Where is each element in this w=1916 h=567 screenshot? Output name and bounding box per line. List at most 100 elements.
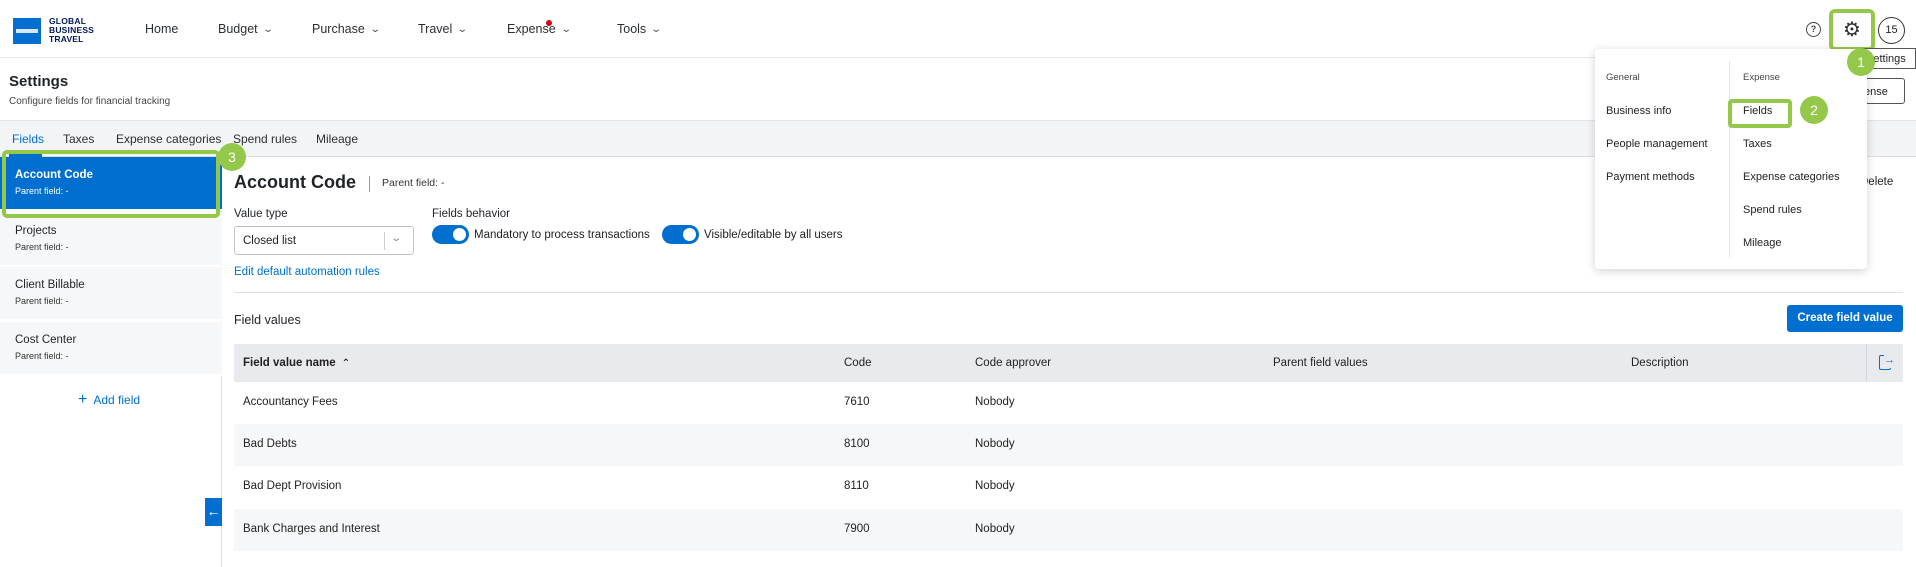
nav-budget-label: Budget bbox=[218, 22, 258, 36]
avatar[interactable]: 15 bbox=[1878, 17, 1905, 44]
sidebar-item-parent: Parent field: - bbox=[15, 296, 69, 306]
field-parent: Parent field: - bbox=[382, 177, 445, 189]
menu-section-expense: Expense bbox=[1743, 72, 1780, 83]
chevron-down-icon: ⌄ bbox=[456, 23, 469, 35]
nav-budget[interactable]: Budget ⌄ bbox=[218, 22, 274, 36]
cell-code: 7900 bbox=[844, 523, 870, 535]
add-field-button[interactable]: + Add field bbox=[78, 391, 141, 408]
export-icon bbox=[1879, 353, 1895, 370]
visible-toggle[interactable] bbox=[662, 225, 699, 244]
column-header-code-approver: Code approver bbox=[975, 357, 1052, 369]
divider bbox=[234, 292, 1903, 293]
gear-icon: ⚙ bbox=[1843, 19, 1861, 41]
cell-name: Bank Charges and Interest bbox=[243, 523, 380, 535]
settings-menu: General Business info People management … bbox=[1595, 49, 1867, 269]
nav-purchase-label: Purchase bbox=[312, 22, 365, 36]
sidebar-item-name: Cost Center bbox=[15, 334, 77, 346]
tab-expense-categories[interactable]: Expense categories bbox=[116, 132, 221, 146]
cell-name: Accountancy Fees bbox=[243, 396, 338, 408]
brand-name: GLOBAL BUSINESS TRAVEL bbox=[49, 17, 94, 44]
nav-tools[interactable]: Tools ⌄ bbox=[617, 22, 662, 36]
cell-name: Bad Debts bbox=[243, 438, 297, 450]
nav-travel-label: Travel bbox=[418, 22, 453, 36]
cell-name: Bad Dept Provision bbox=[243, 480, 342, 492]
step-badge-2: 2 bbox=[1800, 96, 1828, 124]
tab-mileage[interactable]: Mileage bbox=[316, 132, 358, 146]
field-title: Account Code bbox=[234, 172, 357, 192]
table-header: Field value name ⌃ Code Code approver Par… bbox=[234, 344, 1903, 382]
cell-code: 8110 bbox=[844, 480, 869, 492]
annotation-highlight-3 bbox=[2, 150, 220, 218]
page-title: Settings bbox=[9, 73, 69, 90]
nav-tools-label: Tools bbox=[617, 22, 647, 36]
annotation-highlight-2 bbox=[1728, 99, 1792, 128]
chevron-down-icon: ⌄ bbox=[261, 23, 274, 35]
create-field-value-button[interactable]: Create field value bbox=[1787, 305, 1903, 332]
nav-purchase[interactable]: Purchase ⌄ bbox=[312, 22, 381, 36]
mandatory-toggle[interactable] bbox=[432, 225, 469, 244]
divider bbox=[369, 176, 370, 192]
brand-logo[interactable]: GLOBAL BUSINESS TRAVEL bbox=[13, 17, 94, 44]
brand-line-3: TRAVEL bbox=[49, 34, 84, 44]
add-field-label: Add field bbox=[93, 393, 141, 407]
column-header-label: Field value name bbox=[243, 357, 336, 369]
chevron-down-icon: ⌄ bbox=[369, 23, 381, 35]
cell-code: 7610 bbox=[844, 396, 870, 408]
logo-icon bbox=[13, 17, 41, 44]
field-values-title: Field values bbox=[234, 313, 301, 327]
settings-button[interactable]: ⚙ bbox=[1829, 9, 1875, 51]
table-row[interactable]: Bad Debts 8100 Nobody bbox=[234, 424, 1903, 466]
column-header-code: Code bbox=[844, 357, 872, 369]
chevron-down-icon: ⌄ bbox=[559, 23, 572, 35]
page-subtitle: Configure fields for financial tracking bbox=[9, 96, 171, 107]
menu-item-mileage[interactable]: Mileage bbox=[1743, 237, 1782, 249]
table-row[interactable]: Bank Charges and Interest 7900 Nobody bbox=[234, 509, 1903, 551]
divider bbox=[384, 232, 385, 250]
table-row[interactable]: Bad Dept Provision 8110 Nobody bbox=[234, 466, 1903, 508]
menu-item-expense-categories[interactable]: Expense categories bbox=[1743, 171, 1840, 183]
sidebar-item-parent: Parent field: - bbox=[15, 242, 69, 252]
mandatory-toggle-label: Mandatory to process transactions bbox=[474, 229, 650, 241]
sidebar-item-client-billable[interactable]: Client Billable Parent field: - bbox=[0, 267, 222, 321]
help-icon[interactable]: ? bbox=[1806, 22, 1821, 37]
value-type-label: Value type bbox=[234, 208, 288, 220]
sort-ascending-icon: ⌃ bbox=[341, 358, 351, 369]
step-badge-3: 3 bbox=[218, 143, 246, 171]
column-header-description: Description bbox=[1631, 357, 1689, 369]
menu-item-people-management[interactable]: People management bbox=[1606, 138, 1708, 150]
menu-item-payment-methods[interactable]: Payment methods bbox=[1606, 171, 1695, 183]
nav-expense[interactable]: Expense ⌄ bbox=[507, 20, 572, 36]
cell-approver: Nobody bbox=[975, 523, 1015, 535]
cell-approver: Nobody bbox=[975, 396, 1015, 408]
column-header-name[interactable]: Field value name ⌃ bbox=[243, 357, 350, 369]
nav-home[interactable]: Home bbox=[145, 22, 178, 36]
table-row[interactable]: Accountancy Fees 7610 Nobody bbox=[234, 382, 1903, 424]
menu-item-spend-rules[interactable]: Spend rules bbox=[1743, 204, 1802, 216]
chevron-down-icon: ⌄ bbox=[390, 233, 403, 244]
nav-travel[interactable]: Travel ⌄ bbox=[418, 22, 469, 36]
export-button[interactable] bbox=[1866, 344, 1903, 382]
nav-home-label: Home bbox=[145, 22, 179, 36]
tab-spend-rules[interactable]: Spend rules bbox=[233, 132, 297, 146]
value-type-select[interactable]: Closed list ⌄ bbox=[234, 226, 414, 255]
sidebar-item-name: Projects bbox=[15, 225, 57, 237]
sidebar-item-cost-center[interactable]: Cost Center Parent field: - bbox=[0, 322, 222, 376]
menu-item-taxes[interactable]: Taxes bbox=[1743, 138, 1772, 150]
fields-behavior-label: Fields behavior bbox=[432, 208, 510, 220]
tab-taxes[interactable]: Taxes bbox=[63, 132, 94, 146]
visible-toggle-label: Visible/editable by all users bbox=[704, 229, 843, 241]
cell-code: 8100 bbox=[844, 438, 870, 450]
value-type-value: Closed list bbox=[243, 235, 297, 247]
plus-icon: + bbox=[78, 391, 88, 408]
sidebar-item-parent: Parent field: - bbox=[15, 351, 69, 361]
collapse-sidebar-button[interactable]: ← bbox=[205, 498, 222, 526]
edit-automation-rules-link[interactable]: Edit default automation rules bbox=[234, 266, 380, 278]
fields-sidebar: Account Code Parent field: - Projects Pa… bbox=[0, 157, 222, 567]
notification-dot bbox=[546, 20, 553, 26]
step-badge-1: 1 bbox=[1847, 48, 1875, 76]
menu-item-business-info[interactable]: Business info bbox=[1606, 105, 1671, 117]
tab-fields[interactable]: Fields bbox=[12, 132, 44, 146]
sidebar-item-projects[interactable]: Projects Parent field: - bbox=[0, 213, 222, 267]
sidebar-item-name: Client Billable bbox=[15, 279, 85, 291]
column-header-parent-values: Parent field values bbox=[1273, 357, 1368, 369]
